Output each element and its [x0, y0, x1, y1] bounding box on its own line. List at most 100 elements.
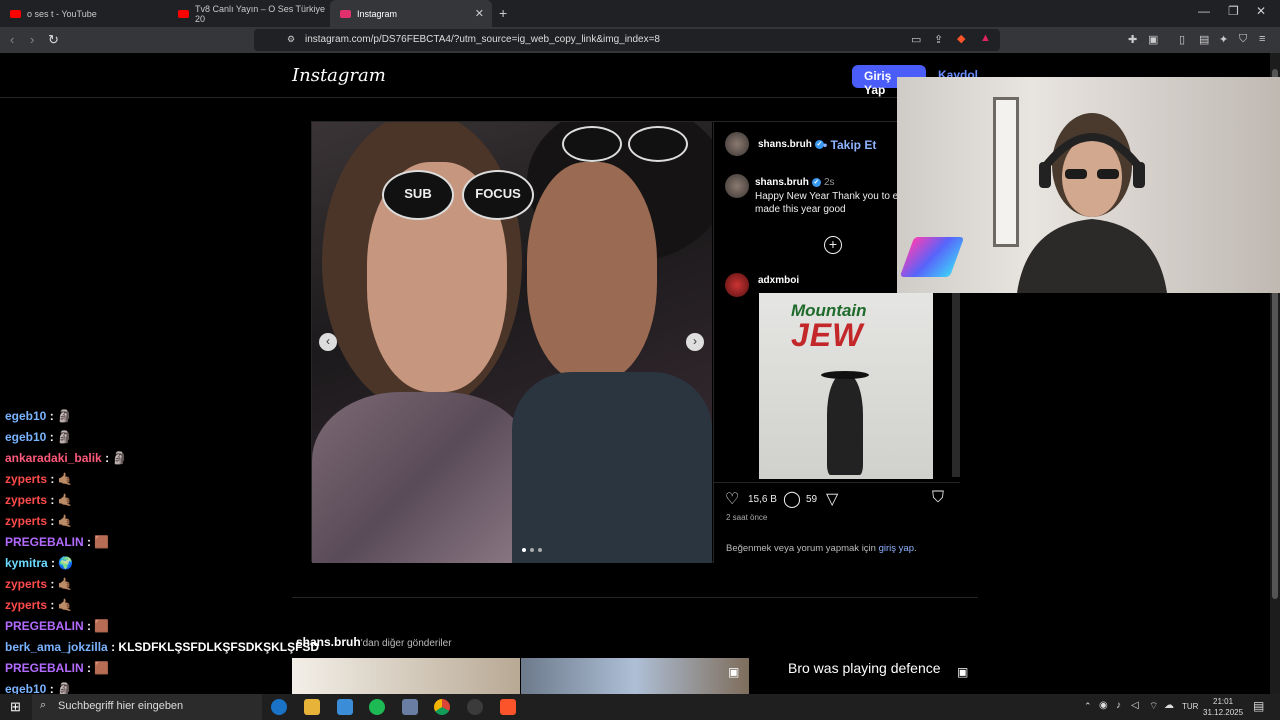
caption-time: 2s [824, 177, 835, 188]
load-more-comments-icon[interactable]: + [824, 236, 842, 254]
menu-icon[interactable]: ≡ [1259, 33, 1265, 45]
share-icon[interactable]: ⇪ [934, 33, 943, 46]
caption-author[interactable]: shans.bruh ✓ [755, 177, 821, 188]
obs-icon[interactable] [467, 699, 483, 715]
tab-instagram[interactable]: Instagram ✕ [330, 0, 492, 27]
taskbar-search[interactable]: ⌕ Suchbegriff hier eingeben [32, 694, 262, 720]
extensions-icon[interactable]: ✚ [1128, 33, 1137, 46]
app-icon[interactable] [337, 699, 353, 715]
like-icon[interactable]: ♡ [725, 489, 739, 509]
vpn-icon[interactable]: ⛉ [1239, 33, 1247, 46]
post-author[interactable]: shans.bruh ✓ [758, 139, 824, 150]
tab-title: Instagram [357, 8, 398, 19]
chat-username[interactable]: zyperts [5, 514, 47, 528]
chat-username[interactable]: zyperts [5, 598, 47, 612]
chat-text: : 🗿 [49, 430, 72, 444]
chrome-icon[interactable] [434, 699, 450, 715]
comments-scrollbar[interactable] [952, 292, 960, 477]
chat-message: zyperts : 🤙🏽 [5, 577, 73, 591]
meme-text-line2: JEW [791, 317, 864, 353]
chat-message: egeb10 : 🗿 [5, 430, 72, 444]
tab-title: o ses t - YouTube [27, 8, 97, 19]
chat-text: : 🗿 [49, 409, 72, 423]
post-author-name[interactable]: shans.bruh [758, 139, 812, 150]
url-text[interactable]: instagram.com/p/DS76FEBCTA4/?utm_source=… [305, 34, 660, 45]
speaker-icon[interactable]: ◁ [1131, 700, 1139, 711]
chat-username[interactable]: zyperts [5, 577, 47, 591]
network-icon[interactable]: ⌔ [1149, 700, 1158, 713]
save-icon[interactable]: ⛉ [932, 489, 944, 507]
next-image-button[interactable]: › [686, 333, 704, 351]
clock-time: 21:01 [1213, 697, 1234, 706]
site-info-icon[interactable]: ⚙ [287, 34, 295, 45]
avatar[interactable] [725, 132, 749, 156]
edge-icon[interactable] [271, 699, 287, 715]
brave-icon[interactable] [500, 699, 516, 715]
chat-text: : 🌍 [51, 556, 74, 570]
post-thumbnail[interactable] [521, 658, 749, 694]
like-count: 15,6 B [748, 494, 777, 505]
login-link[interactable]: giriş yap [879, 543, 914, 554]
leo-ai-icon[interactable]: ✦ [1219, 33, 1228, 46]
chat-text: : 🤙🏽 [50, 514, 73, 528]
login-prompt-suffix: . [913, 543, 917, 554]
instagram-logo[interactable]: Instagram [292, 65, 386, 86]
notification-icon[interactable]: ▤ [1253, 699, 1264, 713]
wallet-icon[interactable]: ▤ [1199, 33, 1209, 46]
chat-username[interactable]: egeb10 [5, 430, 46, 444]
chat-username[interactable]: PREGEBALIN [5, 661, 84, 675]
minimize-icon[interactable]: — [1198, 4, 1210, 18]
forward-icon[interactable]: › [30, 32, 34, 47]
caption-author-name[interactable]: shans.bruh [755, 177, 809, 188]
webcam-leds [899, 237, 965, 277]
post-thumbnail[interactable] [292, 658, 520, 694]
reload-icon[interactable]: ↻ [48, 32, 59, 48]
chat-username[interactable]: ankaradaki_balik [5, 451, 102, 465]
chat-message: PREGEBALIN : 🟫 [5, 535, 109, 549]
url-bar[interactable]: ⚙ instagram.com/p/DS76FEBCTA4/?utm_sourc… [254, 29, 1000, 51]
avatar[interactable] [725, 273, 749, 297]
microphone-icon[interactable]: ♪ [1116, 700, 1121, 711]
chat-username[interactable]: berk_ama_jokzilla [5, 640, 108, 654]
close-tab-icon[interactable]: ✕ [475, 7, 484, 20]
sunglasses-right: FOCUS [462, 170, 534, 220]
comment-author[interactable]: adxmboi [758, 275, 799, 286]
chat-message: zyperts : 🤙🏽 [5, 493, 73, 507]
chat-username[interactable]: PREGEBALIN [5, 619, 84, 633]
restore-icon[interactable]: ❐ [1228, 4, 1239, 18]
avatar[interactable] [725, 174, 749, 198]
tray-app-icon[interactable]: ◉ [1099, 700, 1108, 711]
post-actions: ♡ 15,6 B ◯ 59 ▽ ⛉ 2 saat önce Beğenmek v… [714, 482, 960, 562]
chat-text: : 🟫 [87, 661, 110, 675]
chat-username[interactable]: kymitra [5, 556, 48, 570]
previous-image-button[interactable]: ‹ [319, 333, 337, 351]
sunglasses-left: SUB [382, 170, 454, 220]
spotify-icon[interactable] [369, 699, 385, 715]
tray-chevron-icon[interactable]: ⌃ [1084, 701, 1092, 712]
sidebar-icon[interactable]: ▯ [1179, 33, 1185, 46]
file-explorer-icon[interactable] [304, 699, 320, 715]
close-window-icon[interactable]: ✕ [1256, 4, 1266, 18]
brave-rewards-icon[interactable]: ▲ [980, 32, 991, 44]
cast-icon[interactable]: ▭ [911, 33, 921, 46]
tab-youtube[interactable]: o ses t - YouTube [0, 0, 168, 27]
new-tab-button[interactable]: + [499, 5, 507, 21]
cloud-icon[interactable]: ☁ [1164, 700, 1174, 711]
chat-username[interactable]: egeb10 [5, 409, 46, 423]
comment-icon[interactable]: ◯ [783, 489, 801, 509]
chat-username[interactable]: PREGEBALIN [5, 535, 84, 549]
chat-username[interactable]: zyperts [5, 493, 47, 507]
follow-button[interactable]: • Takip Et [823, 138, 876, 152]
language-indicator[interactable]: TUR [1182, 702, 1198, 711]
share-icon[interactable]: ▽ [826, 489, 838, 509]
calculator-icon[interactable] [402, 699, 418, 715]
chat-text: : KLSDFKLŞSFDLKŞFSDKŞKLŞFSD [111, 640, 320, 654]
chat-text: : 🤙🏽 [50, 493, 73, 507]
windows-start-icon[interactable]: ⊞ [10, 699, 21, 715]
tab-manager-icon[interactable]: ▣ [1148, 33, 1158, 46]
taskbar-clock[interactable]: 21:01 31.12.2025 [1203, 696, 1243, 718]
back-icon[interactable]: ‹ [10, 32, 14, 47]
chat-username[interactable]: zyperts [5, 472, 47, 486]
tab-tv8[interactable]: Tv8 Canlı Yayın – O Ses Türkiye 20 [168, 0, 330, 27]
brave-shield-icon[interactable]: ◆ [957, 32, 965, 45]
